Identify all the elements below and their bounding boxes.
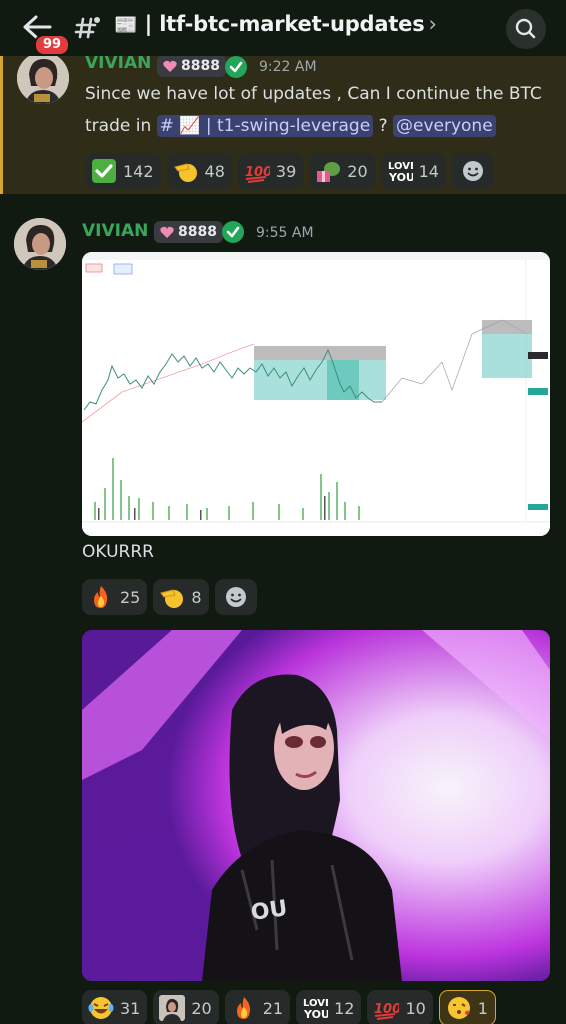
reaction-love-you[interactable]: LOVEYOU 12 [296, 990, 362, 1024]
smiley-icon [462, 161, 483, 181]
avatar-image [17, 52, 69, 104]
avatar-image [14, 218, 66, 270]
salute-emoji-icon [159, 584, 185, 610]
reaction-love-you[interactable]: LOVEYOU 14 [380, 153, 446, 189]
everyone-mention[interactable]: @everyone [393, 115, 496, 137]
heart-icon [163, 60, 177, 72]
trading-chart-image [82, 252, 550, 536]
threads-hash-icon [74, 17, 100, 39]
check-mark-emoji-icon [91, 158, 117, 184]
title-divider: | [144, 12, 160, 36]
author-name[interactable]: VIVIAN [82, 221, 148, 241]
heart-icon [160, 226, 174, 238]
reaction-100[interactable]: 100 39 [237, 153, 304, 189]
smiley-icon [225, 587, 246, 607]
reaction-avatar-emoji[interactable]: 20 [153, 990, 219, 1024]
gif-reaction-bar: 31 20 21 LOVEYOU 12 100 10 [82, 990, 496, 1024]
chevron-right-icon: › [428, 12, 437, 36]
message-text: Since we have lot of updates , Can I con… [85, 78, 555, 142]
channel-name: ltf-btc-market-updates [159, 12, 425, 36]
server-tag: 8888 [157, 55, 226, 77]
reaction-count: 21 [262, 998, 284, 1018]
reaction-count: 20 [191, 998, 212, 1018]
verified-check-icon [225, 56, 247, 78]
reaction-count: 8 [191, 587, 202, 607]
tag-count: 8888 [181, 58, 220, 74]
reaction-salute[interactable]: 8 [153, 579, 209, 615]
custom-avatar-emoji-icon [159, 995, 186, 1021]
reaction-count: 31 [120, 998, 141, 1018]
unread-badge: 99 [34, 34, 71, 56]
reaction-bar: 25 8 [82, 579, 257, 615]
verified-check-icon [222, 221, 244, 243]
channel-title[interactable]: 📰 | ltf-btc-market-updates › [114, 12, 437, 36]
hundred-points-emoji-icon: 100 [244, 158, 270, 184]
author-name[interactable]: VIVIAN [85, 53, 151, 73]
reaction-joy[interactable]: 31 [82, 990, 148, 1024]
reaction-count: 20 [347, 161, 368, 181]
channel-header: 99 📰 | ltf-btc-market-updates › [0, 0, 566, 56]
reaction-pepe-gift[interactable]: 20 [309, 153, 375, 189]
pepe-gift-emoji-icon [315, 158, 341, 184]
chart-screenshot-attachment[interactable] [82, 252, 550, 536]
hundred-points-emoji-icon: 100 [373, 995, 399, 1021]
svg-text:OU: OU [249, 896, 289, 926]
add-reaction-button[interactable] [451, 153, 494, 189]
reaction-fire[interactable]: 25 [82, 579, 148, 615]
reaction-kiss-selected[interactable]: 1 [438, 990, 496, 1024]
search-icon [515, 18, 536, 39]
timestamp: 9:55 AM [256, 225, 314, 241]
avatar[interactable] [14, 218, 66, 270]
timestamp: 9:22 AM [259, 59, 317, 75]
face-blowing-kiss-emoji-icon [446, 995, 472, 1021]
add-reaction-button[interactable] [214, 579, 257, 615]
reaction-count: 10 [405, 998, 426, 1018]
reaction-count: 14 [418, 161, 439, 181]
tag-count: 8888 [178, 224, 217, 240]
love-you-emoji-icon: LOVEYOU [302, 995, 328, 1021]
gif-image: OU [82, 630, 550, 981]
reaction-100[interactable]: 100 10 [367, 990, 433, 1024]
reaction-count: 12 [334, 998, 355, 1018]
message-text-middle: ? [378, 116, 388, 136]
gif-attachment[interactable]: OU [82, 630, 550, 981]
fire-emoji-icon [231, 995, 257, 1021]
fire-emoji-icon [88, 584, 114, 610]
avatar[interactable] [17, 52, 69, 104]
reaction-count: 142 [123, 161, 154, 181]
reaction-check[interactable]: 142 [85, 153, 161, 189]
love-you-emoji-icon: LOVEYOU [387, 158, 413, 184]
server-tag: 8888 [154, 221, 223, 243]
reaction-salute[interactable]: 48 [166, 153, 232, 189]
message-highlighted[interactable]: VIVIAN 8888 9:22 AM Since we have lot of… [0, 52, 566, 194]
message-text: OKURRR [82, 542, 154, 562]
newspaper-icon: 📰 [114, 14, 138, 36]
search-button[interactable] [506, 9, 546, 49]
reaction-count: 25 [120, 587, 141, 607]
svg-text:YOU: YOU [388, 171, 413, 184]
salute-emoji-icon [173, 158, 199, 184]
reaction-fire[interactable]: 21 [224, 990, 291, 1024]
reaction-count: 48 [204, 161, 225, 181]
reaction-count: 1 [477, 998, 488, 1018]
tears-of-joy-emoji-icon [88, 995, 114, 1021]
channel-mention[interactable]: # 📈 | t1-swing-leverage [156, 115, 374, 137]
reaction-count: 39 [275, 161, 297, 181]
svg-text:YOU: YOU [303, 1008, 328, 1021]
reaction-bar: 142 48 100 39 20 LOVEYOU 14 [85, 153, 494, 189]
